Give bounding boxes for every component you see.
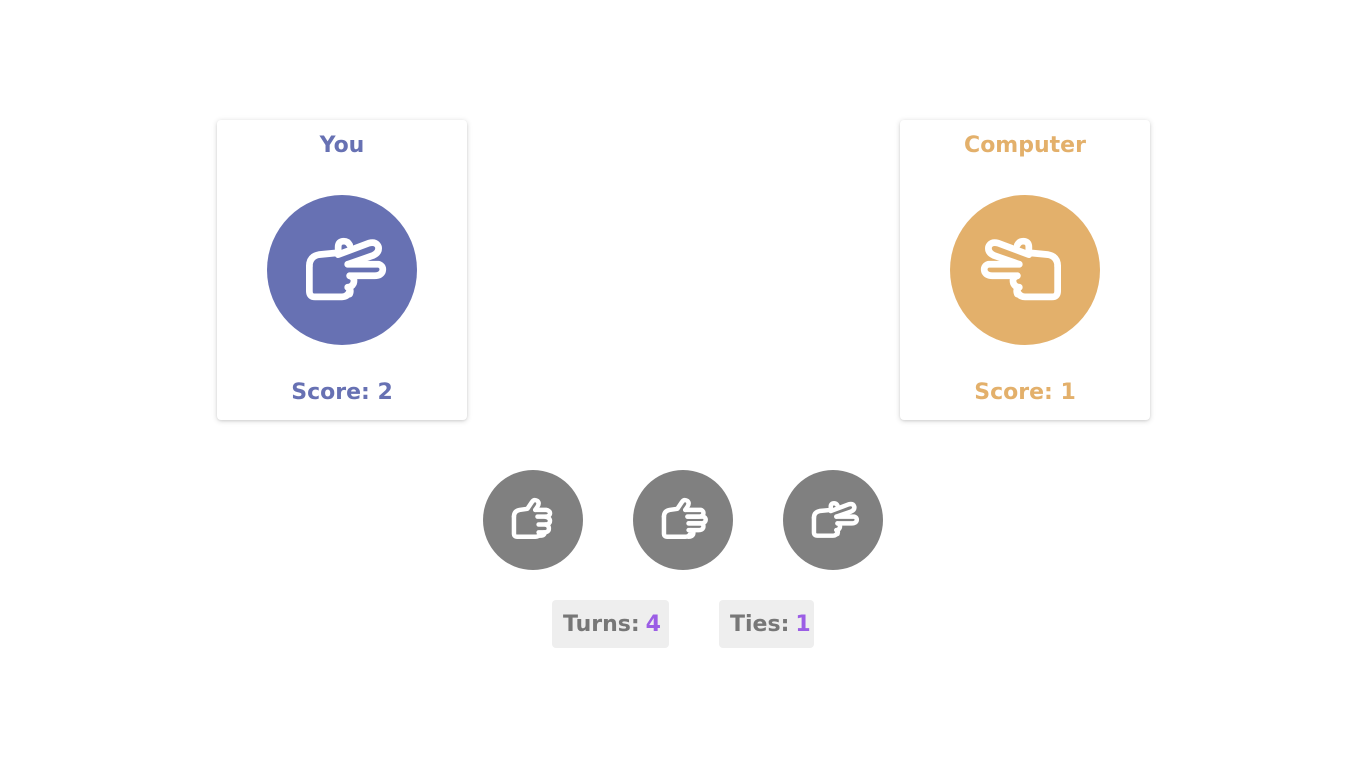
scissors-hand-icon: [306, 237, 387, 301]
computer-hand: [950, 195, 1100, 345]
player-hand: [267, 195, 417, 345]
scissors-button[interactable]: [783, 470, 883, 570]
player-title: You: [319, 133, 365, 158]
paper-hand-icon: [661, 497, 708, 540]
paper-button[interactable]: [633, 470, 733, 570]
player-score: Score: 2: [291, 380, 393, 405]
computer-card: Computer Score: 1: [900, 120, 1150, 420]
ties-value: 1: [795, 611, 811, 637]
rock-hand-icon: [511, 497, 553, 540]
player-card: You Score: 2: [217, 120, 467, 420]
game-screen: You Score: 2 Computer Score: 1 Turns: 4 …: [0, 0, 1366, 768]
ties-counter: Ties: 1: [719, 600, 814, 648]
computer-score: Score: 1: [974, 380, 1076, 405]
rock-button[interactable]: [483, 470, 583, 570]
turns-value: 4: [645, 611, 661, 637]
computer-title: Computer: [964, 133, 1086, 158]
turns-label: Turns:: [563, 611, 640, 637]
turns-counter: Turns: 4: [552, 600, 669, 648]
choice-buttons: [483, 470, 883, 570]
scissors-hand-icon: [980, 237, 1061, 301]
ties-label: Ties:: [730, 611, 790, 637]
scissors-hand-icon: [811, 500, 860, 538]
